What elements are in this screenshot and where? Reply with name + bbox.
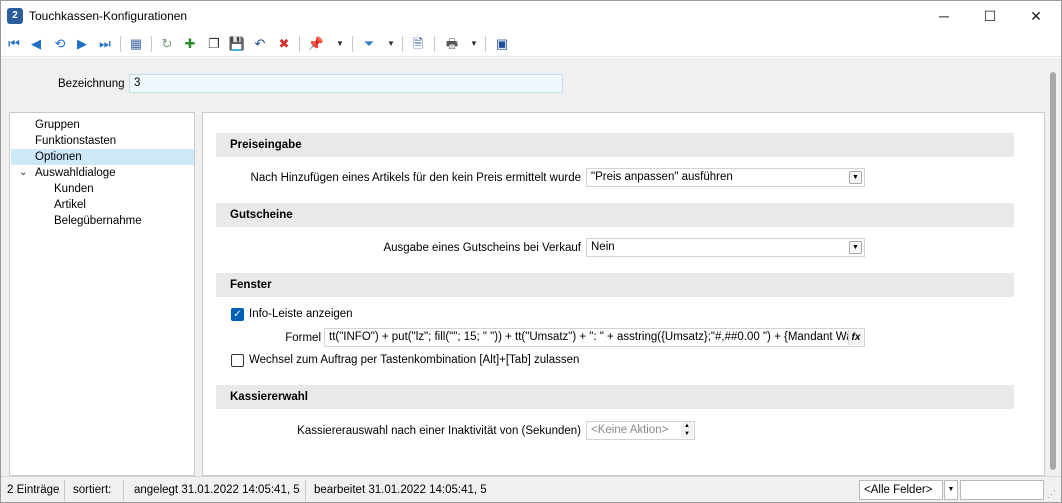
section-header-preiseingabe: Preiseingabe: [216, 133, 1014, 157]
vertical-scrollbar[interactable]: [1045, 58, 1061, 476]
kassierer-label: Kassiererauswahl nach einer Inaktivität …: [297, 425, 581, 437]
tree-item-artikel[interactable]: Artikel: [54, 197, 194, 213]
wechsel-label: Wechsel zum Auftrag per Tastenkombinatio…: [249, 354, 580, 366]
tree-item-gruppen[interactable]: Gruppen: [35, 117, 193, 133]
copy-record-icon[interactable]: ❐: [205, 35, 223, 53]
kassierer-value: <Keine Aktion>: [591, 424, 669, 436]
wechsel-checkbox[interactable]: [231, 354, 244, 367]
undo-icon[interactable]: ↶: [251, 35, 269, 53]
options-panel: Preiseingabe Nach Hinzufügen eines Artik…: [202, 112, 1045, 476]
bezeichnung-input[interactable]: 3: [129, 74, 563, 93]
tree-item-label: Auswahldialoge: [35, 167, 116, 179]
preiseingabe-select[interactable]: "Preis anpassen" ausführen ▼: [586, 168, 865, 187]
print-dropdown-icon[interactable]: ▼: [469, 35, 479, 53]
delete-record-icon[interactable]: ✖: [275, 35, 293, 53]
gutschein-label: Ausgabe eines Gutscheins bei Verkauf: [383, 242, 581, 254]
spin-down-icon[interactable]: ▼: [681, 430, 693, 438]
chevron-down-icon[interactable]: ▼: [849, 241, 862, 254]
status-bar: 2 Einträge sortiert: angelegt 31.01.2022…: [1, 476, 1061, 502]
toolbar-separator: [402, 36, 403, 52]
previous-record-icon[interactable]: ◀: [27, 35, 45, 53]
toolbar-separator: [299, 36, 300, 52]
window-title: Touchkassen-Konfigurationen: [29, 9, 188, 23]
status-sorted: sortiert:: [68, 480, 124, 501]
app-icon: 2: [7, 8, 23, 24]
toolbar-separator: [434, 36, 435, 52]
last-record-icon[interactable]: ⏭: [96, 35, 114, 53]
preiseingabe-value: "Preis anpassen" ausführen: [591, 171, 733, 183]
status-created: angelegt 31.01.2022 14:05:41, 5: [129, 480, 306, 501]
refresh-record-icon[interactable]: ⟲: [51, 35, 69, 53]
preiseingabe-label: Nach Hinzufügen eines Artikels für den k…: [250, 172, 581, 184]
statusbar-search-input[interactable]: [960, 480, 1044, 500]
gutschein-value: Nein: [591, 241, 615, 253]
maximize-button[interactable]: ☐: [967, 1, 1013, 31]
filter-icon[interactable]: ⏷: [360, 35, 378, 53]
chevron-down-icon[interactable]: ▼: [944, 480, 958, 500]
title-bar: 2 Touchkassen-Konfigurationen ─ ☐ ✕: [1, 1, 1061, 31]
new-record-icon[interactable]: ✚: [181, 35, 199, 53]
formula-editor-icon[interactable]: fx: [848, 330, 863, 345]
spin-up-icon[interactable]: ▲: [681, 422, 693, 430]
status-count: 2 Einträge: [2, 480, 65, 501]
tree-item-optionen[interactable]: Optionen: [11, 149, 194, 165]
status-edited: bearbeitet 31.01.2022 14:05:41, 5: [314, 484, 487, 496]
formel-label: Formel: [285, 332, 321, 344]
toolbar-separator: [151, 36, 152, 52]
formel-value: tt("INFO") + put("lz"; fill(""; 15; " ")…: [329, 331, 853, 343]
toolbar: ⏮ ◀ ⟲ ▶ ⏭ ▦ ↻ ✚ ❐ 💾 ↶ ✖ 📌 ▼ ⏷ ▼ 🗎 🖶 ▼ ▣: [1, 31, 1061, 57]
info-leiste-label: Info-Leiste anzeigen: [249, 308, 353, 320]
section-header-kassiererwahl: Kassiererwahl: [216, 385, 1014, 409]
next-record-icon[interactable]: ▶: [73, 35, 91, 53]
document-search-icon[interactable]: 🗎: [409, 35, 427, 53]
chevron-down-icon[interactable]: ⌄: [19, 165, 27, 181]
section-header-fenster: Fenster: [216, 273, 1014, 297]
tree-item-beleguebernahme[interactable]: Belegübernahme: [54, 213, 194, 229]
toolbar-separator: [352, 36, 353, 52]
info-leiste-checkbox[interactable]: ✓: [231, 308, 244, 321]
resize-grip-icon[interactable]: ⋰: [1047, 489, 1056, 500]
gutschein-select[interactable]: Nein ▼: [586, 238, 865, 257]
toolbar-separator: [485, 36, 486, 52]
pin-dropdown-icon[interactable]: ▼: [335, 35, 345, 53]
minimize-button[interactable]: ─: [921, 1, 967, 31]
tree-item-kunden[interactable]: Kunden: [54, 181, 194, 197]
reload-icon[interactable]: ↻: [158, 35, 176, 53]
close-button[interactable]: ✕: [1013, 1, 1059, 31]
first-record-icon[interactable]: ⏮: [5, 35, 23, 53]
export-icon[interactable]: ▣: [493, 35, 511, 53]
tree-item-auswahldialoge[interactable]: ⌄ Auswahldialoge: [11, 165, 194, 181]
table-view-icon[interactable]: ▦: [127, 35, 145, 53]
section-header-gutscheine: Gutscheine: [216, 203, 1014, 227]
formel-input[interactable]: tt("INFO") + put("lz"; fill(""; 15; " ")…: [324, 328, 865, 347]
content-area: Bezeichnung 3 Gruppen Funktionstasten Op…: [1, 58, 1045, 476]
navigation-tree: Gruppen Funktionstasten Optionen ⌄ Auswa…: [9, 112, 195, 476]
save-icon[interactable]: 💾: [228, 35, 246, 53]
pin-icon[interactable]: 📌: [307, 35, 325, 53]
tree-item-funktionstasten[interactable]: Funktionstasten: [35, 133, 193, 149]
toolbar-separator: [120, 36, 121, 52]
chevron-down-icon[interactable]: ▼: [849, 171, 862, 184]
main-window: 2 Touchkassen-Konfigurationen ─ ☐ ✕ ⏮ ◀ …: [0, 0, 1062, 503]
field-filter-select[interactable]: <Alle Felder>: [859, 480, 943, 500]
filter-dropdown-icon[interactable]: ▼: [386, 35, 396, 53]
print-icon[interactable]: 🖶: [443, 35, 461, 53]
kassierer-inaktivitaet-spinner[interactable]: <Keine Aktion> ▲ ▼: [586, 421, 695, 440]
bezeichnung-label: Bezeichnung: [58, 78, 125, 90]
scrollbar-thumb[interactable]: [1050, 72, 1056, 470]
